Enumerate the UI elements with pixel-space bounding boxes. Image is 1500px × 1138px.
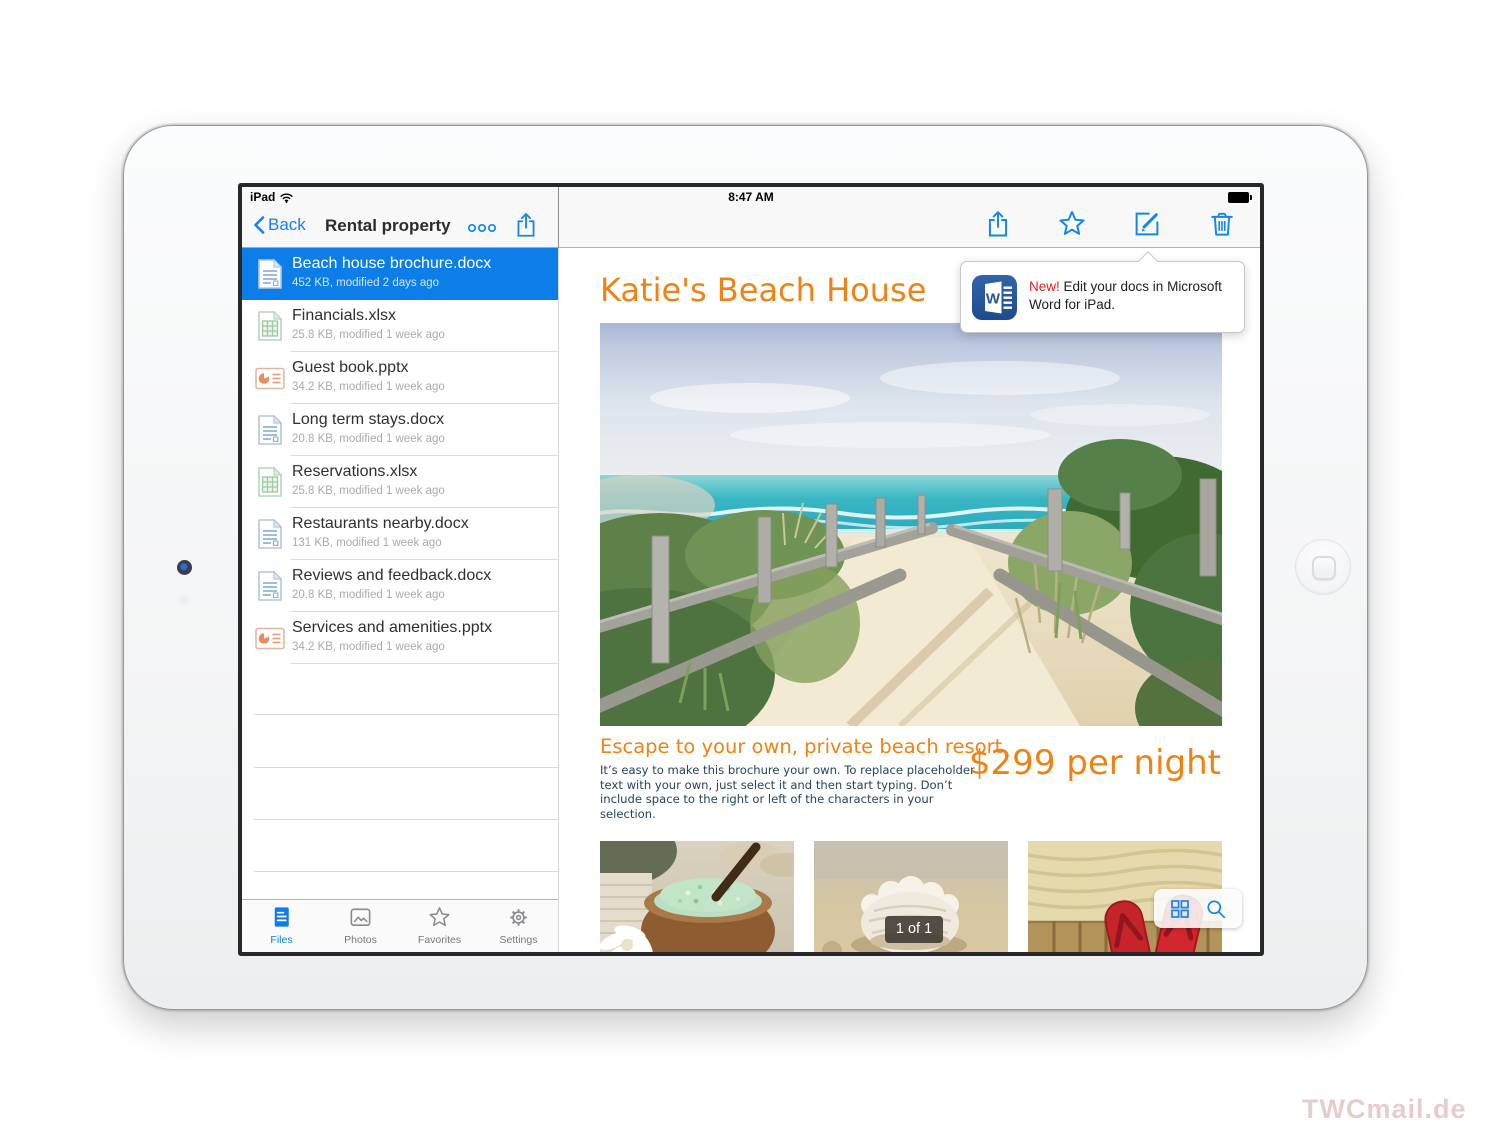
view-controls [1154, 889, 1242, 928]
search-icon[interactable] [1205, 898, 1227, 920]
status-bar: iPad 8:47 AM [242, 187, 1260, 207]
clock: 8:47 AM [242, 190, 1260, 204]
file-list: Beach house brochure.docx 452 KB, modifi… [242, 248, 558, 664]
docx-file-icon [253, 257, 287, 291]
file-name: Beach house brochure.docx [292, 255, 491, 273]
file-name: Guest book.pptx [292, 359, 409, 377]
microsoft-word-icon: W [972, 275, 1017, 320]
file-row-beach-house-brochure[interactable]: Beach house brochure.docx 452 KB, modifi… [242, 248, 558, 300]
tab-label: Photos [321, 934, 400, 946]
ipad-frame: iPad 8:47 AM Back Rental property [123, 125, 1368, 1010]
tab-favorites[interactable]: Favorites [400, 900, 479, 952]
svg-text:W: W [986, 291, 1001, 308]
file-meta: 25.8 KB, modified 1 week ago [292, 485, 445, 497]
file-row-long-term-stays[interactable]: Long term stays.docx 20.8 KB, modified 1… [242, 404, 558, 456]
folder-title: Rental property [325, 216, 451, 236]
back-button[interactable]: Back [252, 215, 306, 235]
watermark: TWCmail.de [1302, 1094, 1467, 1125]
file-name: Reviews and feedback.docx [292, 567, 491, 585]
file-meta: 25.8 KB, modified 1 week ago [292, 329, 445, 341]
document-body-text: It’s easy to make this brochure your own… [600, 763, 986, 821]
list-separator [254, 714, 558, 715]
xlsx-file-icon [253, 309, 287, 343]
file-row-reservations[interactable]: Reservations.xlsx 25.8 KB, modified 1 we… [242, 456, 558, 508]
word-promo-callout[interactable]: W New! Edit your docs in Microsoft Word … [960, 261, 1245, 333]
sidebar: Back Rental property Beach house brochur… [242, 187, 558, 952]
list-separator [254, 819, 558, 820]
list-separator [254, 871, 558, 872]
file-row-restaurants-nearby[interactable]: Restaurants nearby.docx 131 KB, modified… [242, 508, 558, 560]
share-icon[interactable] [983, 209, 1013, 239]
photos-icon [348, 905, 373, 930]
file-name: Financials.xlsx [292, 307, 396, 325]
favorites-star-icon [427, 905, 452, 930]
document-title: Katie's Beach House [600, 271, 926, 309]
file-meta: 34.2 KB, modified 1 week ago [292, 641, 445, 653]
file-row-financials[interactable]: Financials.xlsx 25.8 KB, modified 1 week… [242, 300, 558, 352]
file-meta: 34.2 KB, modified 1 week ago [292, 381, 445, 393]
page-indicator: 1 of 1 [885, 916, 943, 943]
pptx-file-icon [253, 361, 287, 395]
edit-icon[interactable] [1132, 209, 1162, 239]
battery-icon [1228, 192, 1252, 203]
file-name: Restaurants nearby.docx [292, 515, 469, 533]
file-row-guest-book[interactable]: Guest book.pptx 34.2 KB, modified 1 week… [242, 352, 558, 404]
bath-salts-thumbnail [600, 841, 794, 956]
sidebar-share-icon[interactable] [512, 209, 540, 241]
settings-gear-icon [506, 905, 531, 930]
docx-file-icon [253, 413, 287, 447]
file-row-reviews-feedback[interactable]: Reviews and feedback.docx 20.8 KB, modif… [242, 560, 558, 612]
tab-label: Settings [479, 934, 558, 946]
xlsx-file-icon [253, 465, 287, 499]
tab-photos[interactable]: Photos [321, 900, 400, 952]
file-name: Reservations.xlsx [292, 463, 417, 481]
docx-file-icon [253, 569, 287, 603]
screen: iPad 8:47 AM Back Rental property [238, 183, 1264, 956]
home-button-square [1312, 556, 1336, 580]
pptx-file-icon [253, 621, 287, 655]
tab-settings[interactable]: Settings [479, 900, 558, 952]
trash-icon[interactable] [1207, 209, 1237, 239]
new-badge: New! [1029, 279, 1060, 294]
file-meta: 452 KB, modified 2 days ago [292, 277, 439, 289]
docx-file-icon [253, 517, 287, 551]
file-name: Long term stays.docx [292, 411, 444, 429]
tab-label: Files [242, 934, 321, 946]
file-meta: 20.8 KB, modified 1 week ago [292, 589, 445, 601]
tab-files[interactable]: Files [242, 900, 321, 952]
file-row-services-amenities[interactable]: Services and amenities.pptx 34.2 KB, mod… [242, 612, 558, 664]
file-meta: 131 KB, modified 1 week ago [292, 537, 442, 549]
front-camera [177, 560, 192, 575]
files-icon [269, 905, 294, 930]
tab-label: Favorites [400, 934, 479, 946]
beach-boardwalk-photo [600, 323, 1222, 726]
list-separator [254, 767, 558, 768]
back-label: Back [268, 215, 306, 235]
more-options-icon[interactable] [467, 215, 497, 241]
ambient-sensor [179, 595, 189, 605]
tab-bar: Files Photos Favorites Settings [242, 899, 558, 952]
star-icon[interactable] [1057, 209, 1087, 239]
price-text: $299 per night [969, 743, 1221, 783]
chevron-left-icon [252, 215, 266, 235]
document-subheading: Escape to your own, private beach resort [600, 735, 1002, 758]
file-meta: 20.8 KB, modified 1 week ago [292, 433, 445, 445]
home-button[interactable] [1295, 539, 1351, 595]
file-name: Services and amenities.pptx [292, 619, 492, 637]
grid-view-icon[interactable] [1169, 898, 1191, 920]
callout-text: New! Edit your docs in Microsoft Word fo… [1029, 278, 1234, 314]
